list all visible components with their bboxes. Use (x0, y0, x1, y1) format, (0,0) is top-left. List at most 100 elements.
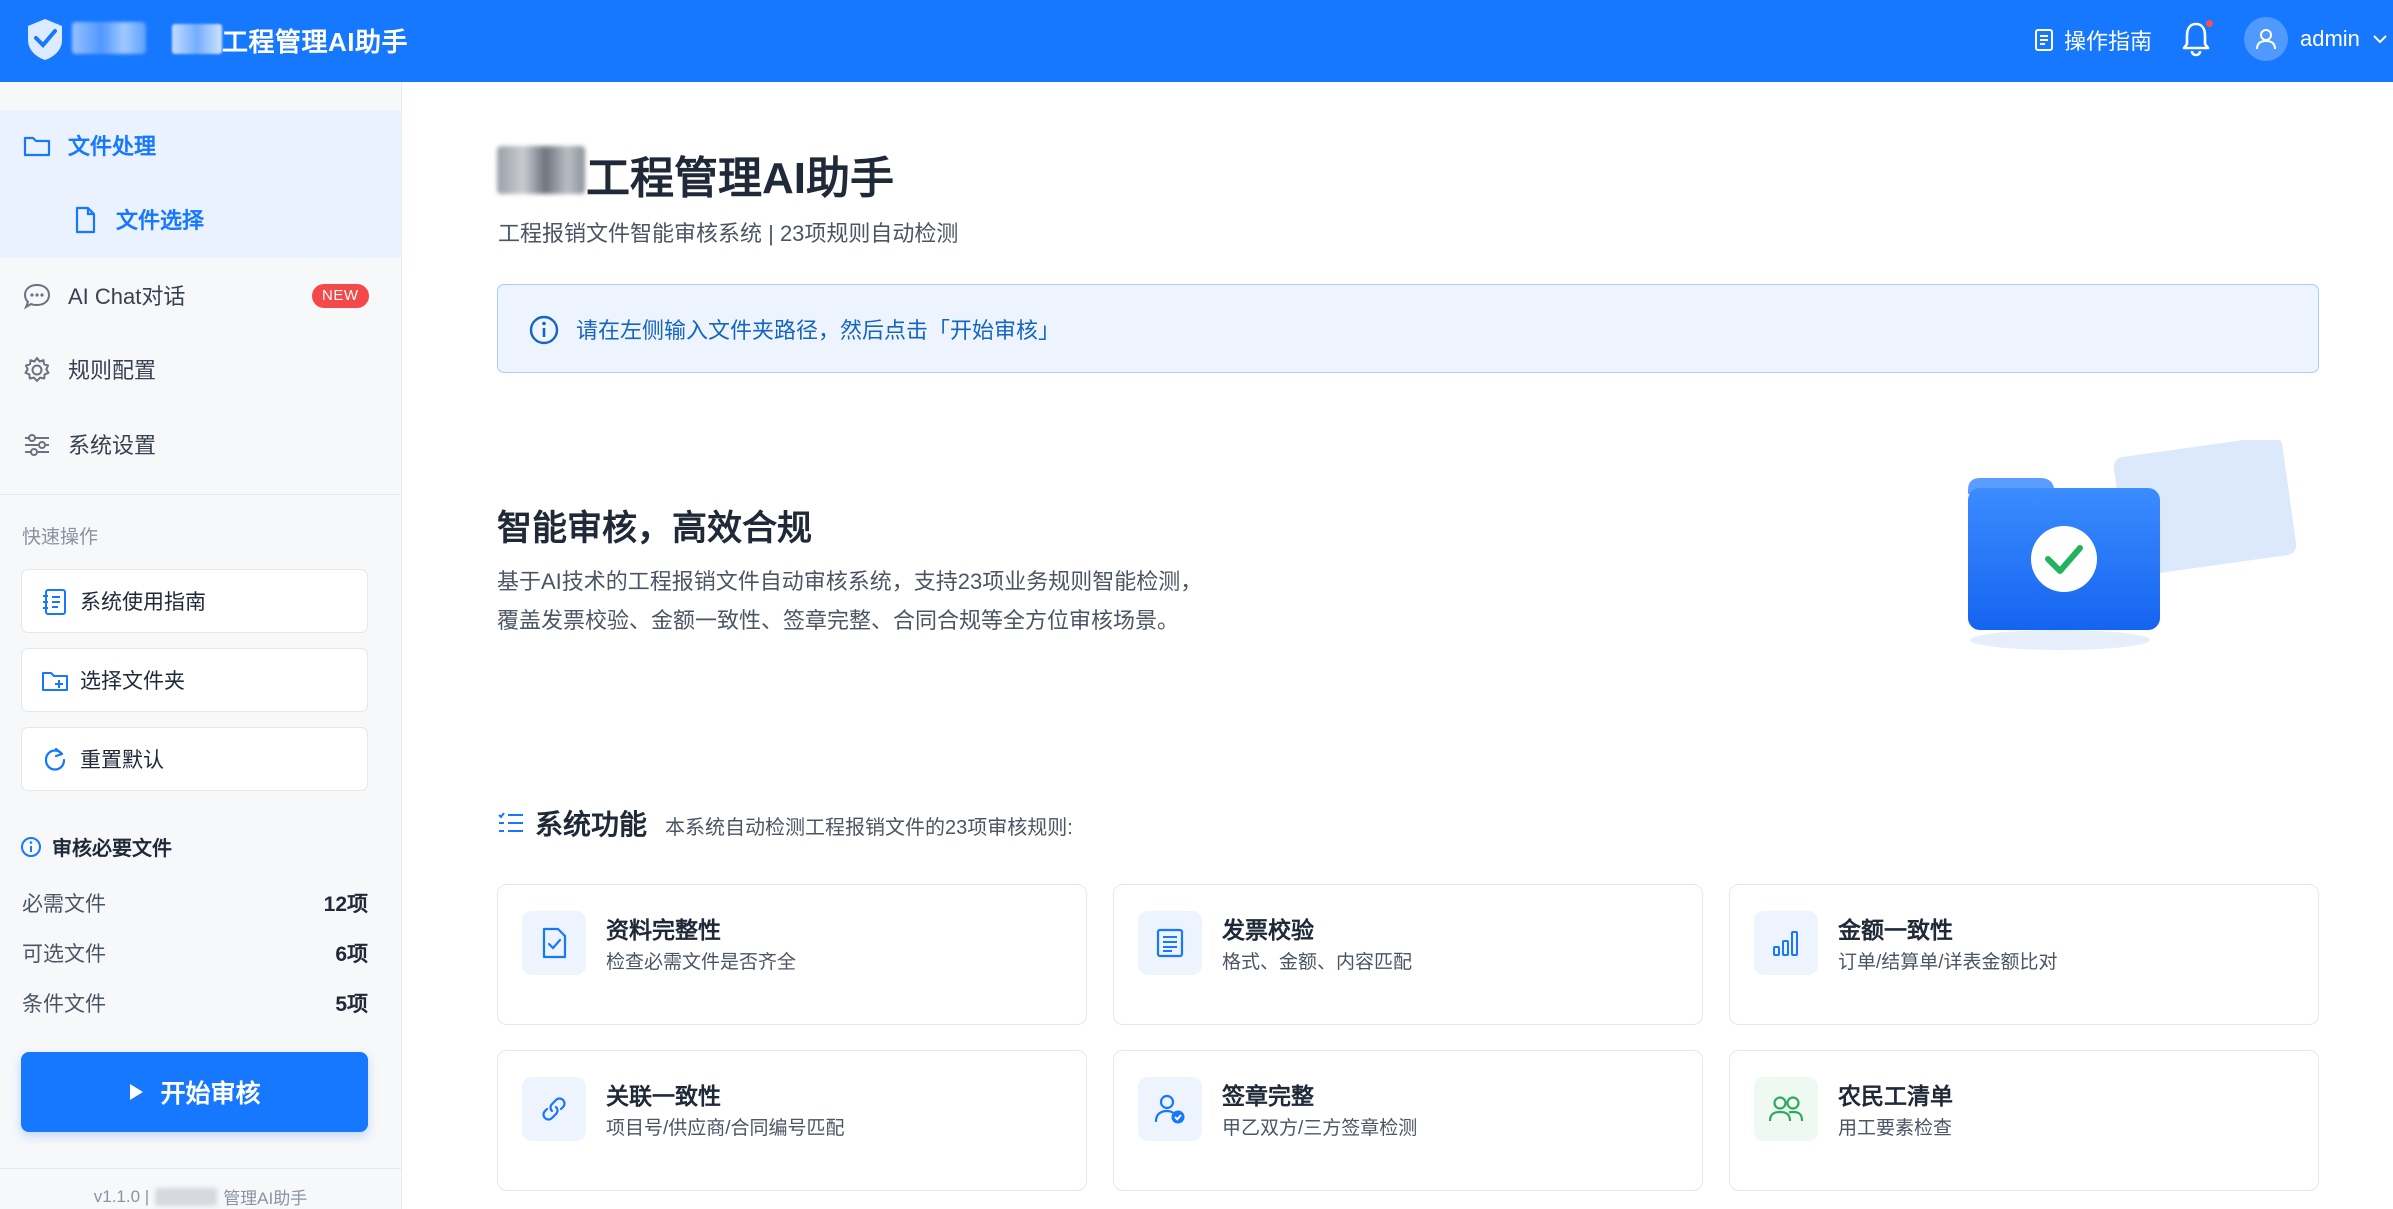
feature-title: 智能审核，高效合规 (497, 509, 813, 548)
chevron-down-icon (2373, 35, 2387, 44)
required-files-label: 审核必要文件 (52, 838, 172, 860)
card-icon-box (1138, 911, 1202, 975)
nav-label: 系统设置 (68, 433, 157, 458)
reset-default-button[interactable]: 重置默认 (21, 727, 368, 791)
info-icon (529, 315, 559, 345)
info-icon (21, 836, 41, 857)
card-title: 发票校验 (1222, 917, 1314, 943)
avatar (2244, 17, 2288, 61)
feature-description: 基于AI技术的工程报销文件自动审核系统，支持23项业务规则智能检测， 覆盖发票校… (497, 562, 1397, 640)
info-text: 请在左侧输入文件夹路径，然后点击「开始审核」 (576, 317, 1061, 343)
card-title: 农民工清单 (1838, 1083, 1953, 1109)
quick-action-label: 系统使用指南 (80, 591, 206, 614)
users-icon (1768, 1096, 1804, 1122)
gear-icon (24, 357, 50, 382)
file-icon (75, 206, 96, 234)
card-title: 资料完整性 (606, 917, 721, 943)
folder-add-icon (42, 672, 68, 691)
feature-card-linkage[interactable]: 关联一致性 项目号/供应商/合同编号匹配 (497, 1050, 1087, 1191)
app-title: 工程管理AI助手 (222, 27, 409, 57)
guide-link[interactable]: 操作指南 (2034, 24, 2152, 56)
hero-title-redacted (497, 146, 585, 194)
feature-card-amount[interactable]: 金额一致性 订单/结算单/详表金额比对 (1729, 884, 2319, 1025)
optional-row-label: 可选文件 (22, 943, 106, 966)
card-icon-box (522, 1077, 586, 1141)
card-description: 订单/结算单/详表金额比对 (1838, 952, 2058, 973)
quick-action-label: 选择文件夹 (80, 670, 185, 693)
sidebar: 文件处理 文件选择 AI Chat对话 NEW 规则配置 系统设置 快速操作 系… (0, 82, 402, 1209)
nav-label: AI Chat对话 (68, 284, 186, 309)
feature-desc-line: 覆盖发票校验、金额一致性、签章完整、合同合规等全方位审核场景。 (497, 608, 1180, 633)
version-redacted (155, 1187, 218, 1206)
nav-item-system-settings[interactable]: 系统设置 (0, 416, 401, 472)
feature-card-invoice[interactable]: 发票校验 格式、金额、内容匹配 (1113, 884, 1703, 1025)
play-icon (130, 1084, 144, 1100)
notification-dot (2204, 18, 2215, 29)
version-footer: v1.1.0 | 管理AI助手 (0, 1184, 401, 1209)
title-prefix-redacted (172, 24, 222, 54)
card-icon-box (1754, 911, 1818, 975)
user-menu[interactable]: admin (2244, 17, 2388, 61)
nav-item-file-processing[interactable]: 文件处理 (0, 117, 401, 173)
page-subtitle: 工程报销文件智能审核系统 | 23项规则自动检测 (498, 221, 959, 246)
nav-item-rules[interactable]: 规则配置 (0, 341, 401, 397)
file-check-icon (542, 927, 567, 959)
divider (0, 494, 401, 495)
card-description: 检查必需文件是否齐全 (606, 952, 797, 973)
optional-row: 可选文件 6项 (22, 938, 368, 968)
card-description: 甲乙双方/三方签章检测 (1222, 1118, 1418, 1139)
page-title: 工程管理AI助手 (586, 154, 894, 203)
feature-card-workers[interactable]: 农民工清单 用工要素检查 (1729, 1050, 2319, 1191)
list-icon (498, 812, 523, 832)
nav-label: 文件选择 (116, 208, 205, 233)
required-row: 必需文件 12项 (22, 888, 368, 918)
nav-label: 规则配置 (68, 358, 157, 383)
select-folder-button[interactable]: 选择文件夹 (21, 648, 368, 712)
functions-header: 系统功能 本系统自动检测工程报销文件的23项审核规则: (497, 803, 1073, 843)
new-badge: NEW (312, 284, 369, 308)
conditional-row-value: 5项 (335, 993, 368, 1016)
username: admin (2300, 26, 2360, 51)
card-title: 关联一致性 (606, 1083, 721, 1109)
user-icon (2256, 29, 2276, 50)
card-icon-box (1754, 1077, 1818, 1141)
quick-action-label: 重置默认 (80, 749, 164, 772)
card-icon-box (522, 911, 586, 975)
reset-icon (44, 747, 66, 771)
folder-icon (23, 136, 51, 157)
card-description: 项目号/供应商/合同编号匹配 (606, 1118, 845, 1139)
functions-description: 本系统自动检测工程报销文件的23项审核规则: (665, 816, 1073, 839)
divider (0, 1168, 401, 1169)
folder-check-illustration (1968, 440, 2297, 650)
bar-chart-icon (1773, 931, 1798, 956)
guide-button[interactable]: 系统使用指南 (21, 569, 368, 633)
feature-desc-line: 基于AI技术的工程报销文件自动审核系统，支持23项业务规则智能检测， (497, 569, 1203, 594)
start-review-button[interactable]: 开始审核 (21, 1052, 368, 1132)
required-files-title: 审核必要文件 (20, 832, 172, 861)
invoice-icon (1156, 928, 1184, 958)
feature-card-completeness[interactable]: 资料完整性 检查必需文件是否齐全 (497, 884, 1087, 1025)
functions-title: 系统功能 (535, 809, 648, 840)
version-text: v1.1.0 | (93, 1186, 150, 1206)
link-icon (542, 1097, 566, 1121)
logo-icon (28, 19, 62, 60)
user-check-icon (1154, 1094, 1185, 1124)
nav-item-ai-chat[interactable]: AI Chat对话 NEW (0, 267, 401, 323)
sliders-icon (25, 434, 49, 456)
nav-item-file-select[interactable]: 文件选择 (0, 191, 401, 247)
optional-row-value: 6项 (335, 943, 368, 966)
required-row-label: 必需文件 (22, 893, 106, 916)
card-title: 签章完整 (1222, 1083, 1314, 1109)
card-description: 用工要素检查 (1838, 1118, 1953, 1139)
chat-icon (23, 283, 51, 310)
card-icon-box (1138, 1077, 1202, 1141)
guide-icon (43, 589, 66, 615)
version-suffix: 管理AI助手 (223, 1189, 308, 1208)
top-bar: 工程管理AI助手 操作指南 admin (0, 0, 2393, 82)
card-title: 金额一致性 (1838, 917, 1953, 943)
quick-actions-title: 快速操作 (22, 527, 99, 548)
feature-card-seal[interactable]: 签章完整 甲乙双方/三方签章检测 (1113, 1050, 1703, 1191)
required-row-value: 12项 (323, 893, 368, 916)
document-icon (2035, 29, 2053, 51)
card-description: 格式、金额、内容匹配 (1222, 952, 1413, 973)
